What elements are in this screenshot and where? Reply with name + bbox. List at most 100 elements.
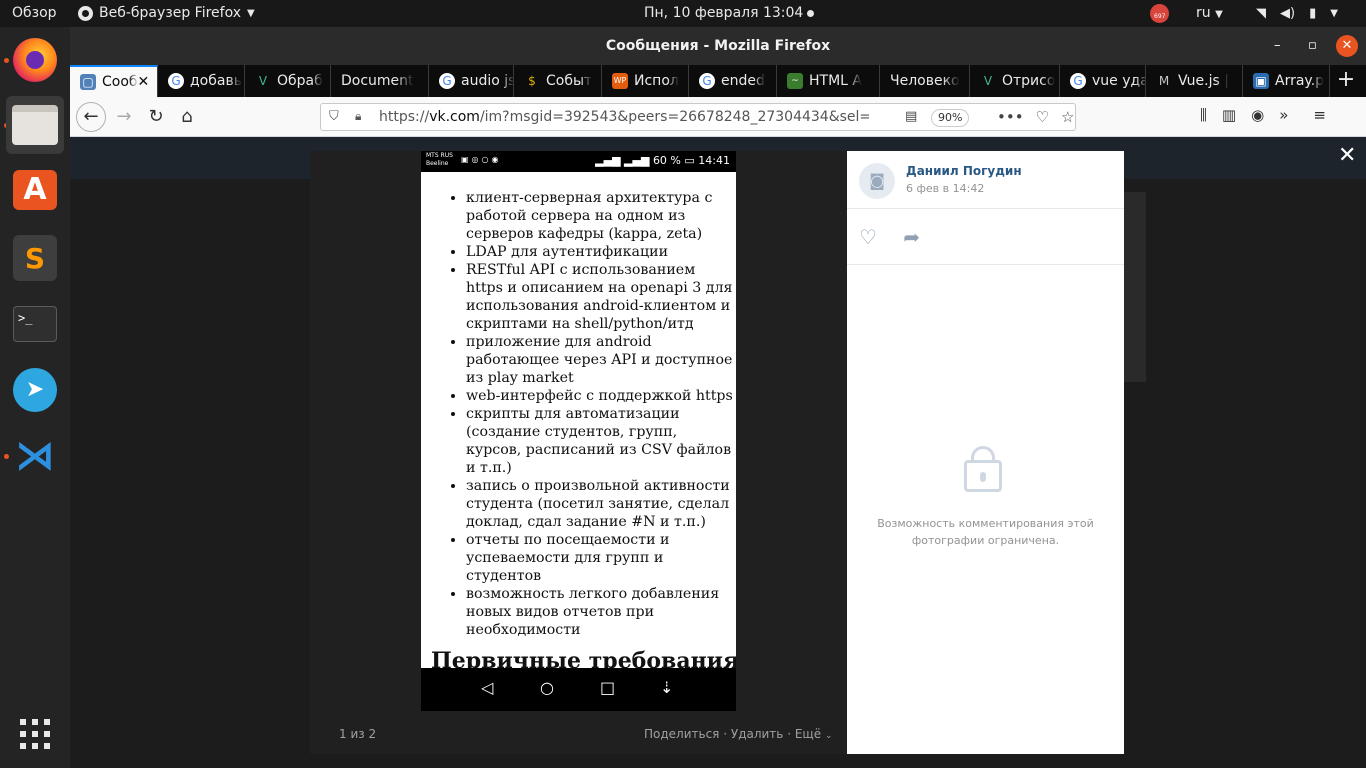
- tab[interactable]: V Обраб: [245, 65, 331, 97]
- tab[interactable]: $ Событ: [514, 65, 602, 97]
- wifi-icon: ◥: [1256, 6, 1266, 21]
- gmail-icon: M: [1158, 74, 1170, 88]
- library-icon[interactable]: ⫼: [1200, 106, 1207, 124]
- tab[interactable]: ▣ Array.p: [1243, 65, 1330, 97]
- terminal-icon: >_: [13, 306, 57, 342]
- zoom-indicator[interactable]: 90%: [931, 109, 970, 127]
- requirements-list: клиент-серверная архитектура с работой с…: [466, 189, 736, 639]
- dock-vscode[interactable]: ⋊: [6, 427, 64, 485]
- html-icon: ~: [787, 73, 803, 89]
- phone-nav-bar: ◁ ○ □ ⇣: [421, 668, 736, 711]
- google-icon: G: [699, 73, 715, 89]
- hamburger-menu-icon[interactable]: ≡: [1313, 106, 1326, 124]
- clock[interactable]: Пн, 10 февраля 13:04: [644, 0, 815, 27]
- tab[interactable]: Gended: [689, 65, 777, 97]
- tab[interactable]: Gдобавь: [158, 65, 245, 97]
- notification-badge[interactable]: 697: [1150, 4, 1169, 23]
- tab-label: Обраб: [277, 73, 323, 89]
- window-titlebar: Сообщения - Mozilla Firefox – ▫ ✕: [70, 27, 1366, 65]
- lock-icon[interactable]: 🔒︎: [355, 109, 361, 124]
- forward-button[interactable]: →: [110, 103, 138, 131]
- dollar-icon: $: [528, 74, 536, 88]
- tab[interactable]: M Vue.js |: [1146, 65, 1243, 97]
- tab[interactable]: Человеко: [880, 65, 970, 97]
- battery-icon: ▭: [684, 154, 695, 167]
- photo-viewer: MTS RUS Beeline ▣◎○◉ ▂▄▆ ▂▄▆ 60 % ▭ 14:41…: [310, 151, 847, 754]
- tab-label: audio js: [461, 73, 514, 89]
- share-link[interactable]: Поделиться: [644, 727, 719, 741]
- dock-firefox[interactable]: [6, 31, 64, 89]
- reader-view-icon[interactable]: ▤: [905, 109, 917, 124]
- chevron-down-icon: ▼: [1330, 8, 1338, 19]
- dock-telegram[interactable]: ➤: [6, 361, 64, 419]
- home-circle-icon: ○: [540, 678, 554, 697]
- tab[interactable]: ~ HTML A: [777, 65, 880, 97]
- app-menu[interactable]: Веб-браузер Firefox ▼: [78, 0, 255, 27]
- dock-software[interactable]: A: [6, 161, 64, 219]
- reload-button[interactable]: ↻: [142, 103, 170, 131]
- page-content: ✕ MTS RUS Beeline ▣◎○◉ ▂▄▆ ▂▄▆ 60 % ▭ 14:…: [70, 137, 1366, 768]
- home-button[interactable]: ⌂: [173, 103, 201, 131]
- tab[interactable]: V Отрисо: [970, 65, 1060, 97]
- tab[interactable]: WP Испол: [602, 65, 689, 97]
- sidebar-icon[interactable]: ▥: [1222, 106, 1236, 124]
- close-tab-icon[interactable]: ✕: [138, 74, 150, 90]
- list-item: клиент-серверная архитектура с работой с…: [466, 189, 736, 243]
- status-right: ▂▄▆ ▂▄▆ 60 % ▭ 14:41: [595, 154, 730, 167]
- input-language[interactable]: ru ▼: [1196, 0, 1223, 27]
- status-icons: ▣◎○◉: [461, 155, 502, 164]
- show-applications-icon[interactable]: [20, 719, 50, 749]
- firefox-icon: [13, 38, 57, 82]
- maximize-icon[interactable]: ▫: [1308, 27, 1317, 65]
- badge-count: 697: [1154, 13, 1166, 20]
- url-text[interactable]: https://vk.com/im?msgid=392543&peers=266…: [379, 109, 869, 125]
- tab-label: Испол: [634, 73, 679, 89]
- delete-link[interactable]: Удалить: [731, 727, 784, 741]
- post-date[interactable]: 6 фев в 14:42: [906, 182, 984, 195]
- tracking-shield-icon[interactable]: ⛉: [329, 109, 339, 124]
- tab-vk-messages[interactable]: ▢ Сооб ✕: [70, 65, 158, 97]
- close-window-icon[interactable]: ✕: [1336, 35, 1358, 57]
- operator-line1: MTS RUS: [426, 152, 453, 159]
- google-icon: G: [439, 73, 455, 89]
- account-icon[interactable]: ◉: [1251, 106, 1264, 124]
- chevron-down-icon: ▼: [247, 8, 255, 19]
- more-link[interactable]: Ещё: [795, 727, 821, 741]
- dock-sublime[interactable]: S: [6, 229, 64, 287]
- volume-icon: ◀): [1280, 6, 1296, 21]
- tab[interactable]: Gvue уда: [1060, 65, 1146, 97]
- dock-files[interactable]: [6, 96, 64, 154]
- window-title: Сообщения - Mozilla Firefox: [605, 38, 831, 54]
- list-item: возможность легкого добавления новых вид…: [466, 585, 736, 639]
- photo-counter: 1 из 2: [339, 727, 377, 741]
- wp-icon: WP: [612, 73, 628, 89]
- activities-button[interactable]: Обзор: [12, 0, 57, 27]
- camera-avatar-icon[interactable]: ◙: [859, 163, 895, 199]
- comments-locked-text: Возможность комментирования этой фотогра…: [877, 517, 1094, 547]
- overflow-icon[interactable]: »: [1279, 106, 1288, 124]
- back-triangle-icon: ◁: [481, 678, 494, 697]
- photo-image[interactable]: MTS RUS Beeline ▣◎○◉ ▂▄▆ ▂▄▆ 60 % ▭ 14:41…: [421, 151, 736, 711]
- author-name[interactable]: Даниил Погудин: [906, 164, 1022, 178]
- dock-terminal[interactable]: >_: [6, 295, 64, 353]
- minimize-icon[interactable]: –: [1274, 27, 1281, 65]
- more-actions-icon[interactable]: •••: [997, 108, 1024, 126]
- back-button[interactable]: ←: [76, 102, 106, 132]
- bookmark-star-icon[interactable]: ☆: [1061, 108, 1074, 126]
- tab-label: Vue.js |: [1178, 73, 1229, 89]
- url-bar[interactable]: ⛉ 🔒︎ https://vk.com/im?msgid=392543&peer…: [320, 103, 1076, 131]
- vscode-icon: ⋊: [15, 433, 55, 479]
- share-arrow-icon[interactable]: ➦: [903, 225, 920, 249]
- pocket-icon[interactable]: ♡: [1036, 108, 1049, 126]
- vk-icon: ▢: [80, 74, 96, 90]
- divider: [847, 264, 1124, 265]
- tab[interactable]: Gaudio js: [429, 65, 514, 97]
- tab[interactable]: Document: [331, 65, 429, 97]
- close-viewer-icon[interactable]: ✕: [1338, 145, 1356, 167]
- tab-label: добавь: [190, 73, 242, 89]
- tab-label: ended: [721, 73, 765, 89]
- chevron-down-icon: ▼: [1215, 9, 1223, 20]
- new-tab-button[interactable]: +: [1334, 65, 1358, 97]
- like-heart-icon[interactable]: ♡: [859, 225, 877, 249]
- system-menu[interactable]: ◥ ◀) ▮ ▼: [1256, 0, 1338, 27]
